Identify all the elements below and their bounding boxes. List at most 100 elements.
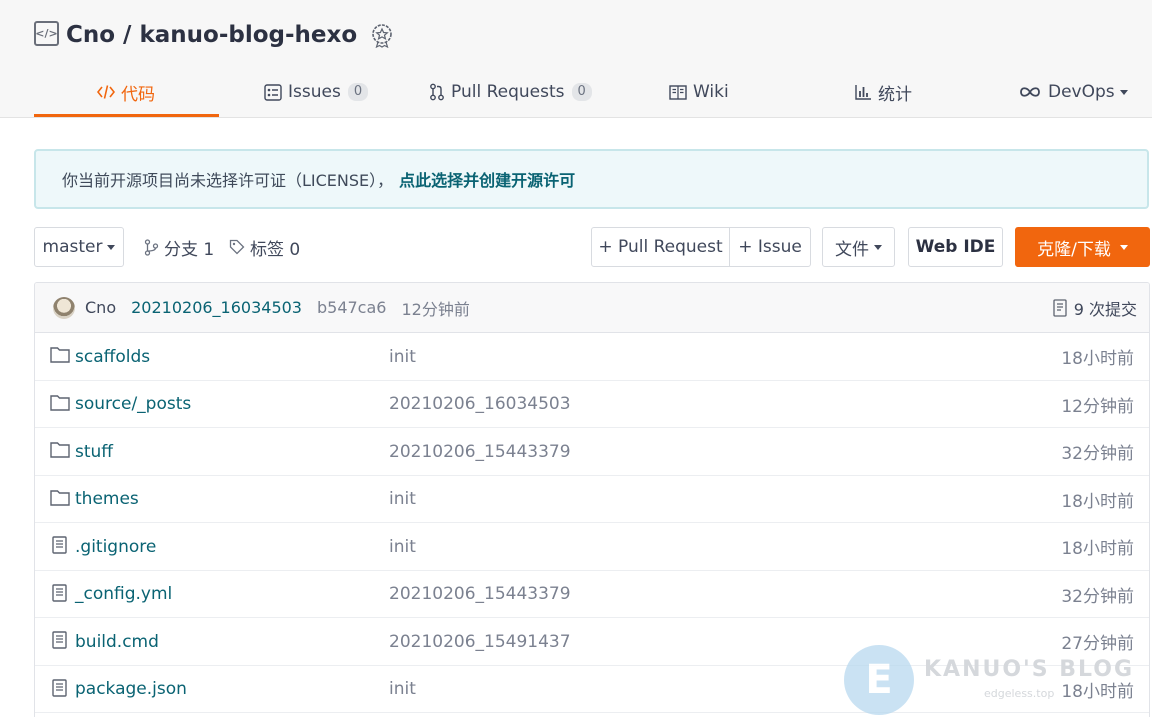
file-name[interactable]: package.json — [75, 666, 187, 713]
award-badge-icon[interactable] — [369, 22, 395, 48]
branches-label: 分支 1 — [164, 239, 215, 260]
new-issue-label: + Issue — [738, 237, 802, 257]
file-menu-label: 文件 — [835, 239, 869, 260]
branch-icon — [144, 238, 159, 256]
commit-message[interactable]: 20210206_16034503 — [131, 298, 302, 317]
repo-header: </> Cno / kanuo-blog-hexo 代码 Issues 0 Pu… — [0, 0, 1152, 118]
commit-time: 12分钟前 — [401, 299, 470, 319]
tags-link[interactable]: 标签 0 — [229, 227, 300, 267]
code-repo-icon: </> — [34, 20, 59, 46]
folder-icon — [50, 442, 70, 458]
tab-wiki-label: Wiki — [693, 82, 729, 102]
tab-issues[interactable]: Issues 0 — [264, 66, 369, 118]
tab-pull-requests[interactable]: Pull Requests 0 — [429, 66, 592, 118]
tags-label: 标签 0 — [250, 239, 301, 260]
clone-download-button[interactable]: 克隆/下载 — [1015, 227, 1150, 267]
file-list: Cno 20210206_16034503 b547ca6 12分钟前 9 次提… — [34, 282, 1150, 717]
file-row[interactable]: source/_posts 20210206_16034503 12分钟前 — [35, 381, 1149, 428]
tag-icon — [229, 239, 245, 255]
chevron-down-icon — [1119, 244, 1128, 250]
tab-pull-requests-label: Pull Requests — [451, 82, 565, 102]
tab-wiki[interactable]: Wiki — [669, 66, 729, 118]
tab-code-label: 代码 — [121, 84, 155, 105]
file-name[interactable]: source/_posts — [75, 381, 191, 428]
repo-title-bar: </> Cno / kanuo-blog-hexo — [34, 18, 395, 52]
file-commit-time: 32分钟前 — [1061, 444, 1134, 464]
file-commit-message[interactable]: init — [389, 476, 416, 523]
file-name[interactable]: build.cmd — [75, 618, 159, 665]
document-icon — [1053, 299, 1067, 317]
tab-code[interactable]: 代码 — [97, 66, 155, 118]
file-commit-message[interactable]: init — [389, 666, 416, 713]
file-name[interactable]: .gitignore — [75, 523, 156, 570]
book-icon — [669, 84, 687, 100]
tab-stats-label: 统计 — [878, 84, 912, 105]
file-row[interactable]: build.cmd 20210206_15491437 27分钟前 — [35, 618, 1149, 666]
issues-count-badge: 0 — [347, 83, 369, 101]
tab-stats[interactable]: 统计 — [855, 66, 912, 118]
file-name[interactable]: scaffolds — [75, 333, 150, 380]
file-row[interactable]: .gitignore init 18小时前 — [35, 523, 1149, 571]
file-commit-time: 18小时前 — [1061, 491, 1134, 512]
clone-download-label: 克隆/下载 — [1037, 239, 1111, 260]
file-menu-button[interactable]: 文件 — [822, 227, 895, 267]
branch-select[interactable]: master — [34, 227, 124, 267]
license-notice-text: 你当前开源项目尚未选择许可证（LICENSE）， — [62, 171, 394, 190]
commit-author[interactable]: Cno — [85, 298, 116, 317]
folder-icon — [50, 489, 70, 506]
folder-icon — [50, 347, 70, 363]
new-issue-button[interactable]: + Issue — [729, 227, 811, 267]
new-pull-request-label: + Pull Request — [598, 237, 723, 257]
chevron-down-icon — [107, 244, 116, 250]
web-ide-button[interactable]: Web IDE — [908, 227, 1003, 267]
file-icon — [52, 536, 67, 554]
avatar[interactable] — [53, 296, 75, 319]
create-license-link[interactable]: 点此选择并创建开源许可 — [399, 167, 575, 191]
infinity-icon — [1018, 86, 1042, 98]
file-commit-message[interactable]: 20210206_15443379 — [389, 571, 571, 618]
chevron-down-icon — [874, 244, 882, 250]
folder-icon — [50, 394, 70, 411]
file-commit-time: 32分钟前 — [1061, 586, 1134, 607]
active-tab-indicator — [34, 114, 219, 117]
file-name[interactable]: stuff — [75, 428, 113, 475]
file-row[interactable]: themes init 18小时前 — [35, 476, 1149, 523]
file-row[interactable]: scaffolds init 18小时前 — [35, 333, 1149, 381]
file-commit-time: 18小时前 — [1061, 349, 1134, 369]
branch-select-label: master — [42, 237, 103, 257]
repo-tabs: 代码 Issues 0 Pull Requests 0 Wiki 统计 DevO… — [0, 66, 1152, 118]
commit-count-link[interactable]: 9 次提交 — [1052, 283, 1137, 333]
tab-devops[interactable]: DevOps — [1018, 66, 1128, 118]
file-icon — [52, 631, 67, 649]
file-commit-message[interactable]: init — [389, 333, 416, 380]
code-icon — [97, 84, 115, 100]
file-commit-message[interactable]: init — [389, 523, 416, 570]
chevron-down-icon — [1119, 89, 1128, 95]
bar-chart-icon — [855, 84, 872, 100]
file-commit-message[interactable]: 20210206_15491437 — [389, 618, 571, 665]
new-pull-request-button[interactable]: + Pull Request — [591, 227, 730, 267]
file-icon — [52, 583, 67, 602]
file-commit-time: 18小时前 — [1061, 681, 1134, 702]
tab-devops-label: DevOps — [1048, 82, 1115, 102]
issues-icon — [264, 83, 282, 101]
file-commit-time: 18小时前 — [1061, 539, 1134, 559]
pull-requests-count-badge: 0 — [571, 83, 592, 101]
file-commit-message[interactable]: 20210206_15443379 — [389, 428, 571, 475]
file-row[interactable]: package.json init 18小时前 — [35, 666, 1149, 713]
repo-name[interactable]: Cno / kanuo-blog-hexo — [66, 22, 357, 48]
license-notice: 你当前开源项目尚未选择许可证（LICENSE）， 点此选择并创建开源许可 — [34, 149, 1149, 209]
file-row[interactable]: _config.yml 20210206_15443379 32分钟前 — [35, 571, 1149, 618]
file-commit-message[interactable]: 20210206_16034503 — [389, 381, 571, 428]
file-name[interactable]: _config.yml — [75, 571, 172, 618]
file-icon — [52, 678, 67, 697]
branches-link[interactable]: 分支 1 — [144, 227, 214, 267]
web-ide-label: Web IDE — [915, 237, 996, 257]
pull-request-icon — [429, 83, 445, 101]
tab-issues-label: Issues — [288, 82, 341, 102]
file-row[interactable]: stuff 20210206_15443379 32分钟前 — [35, 428, 1149, 476]
file-name[interactable]: themes — [75, 476, 139, 523]
commit-sha[interactable]: b547ca6 — [317, 298, 386, 317]
file-commit-time: 12分钟前 — [1061, 396, 1134, 417]
file-commit-time: 27分钟前 — [1061, 634, 1134, 654]
